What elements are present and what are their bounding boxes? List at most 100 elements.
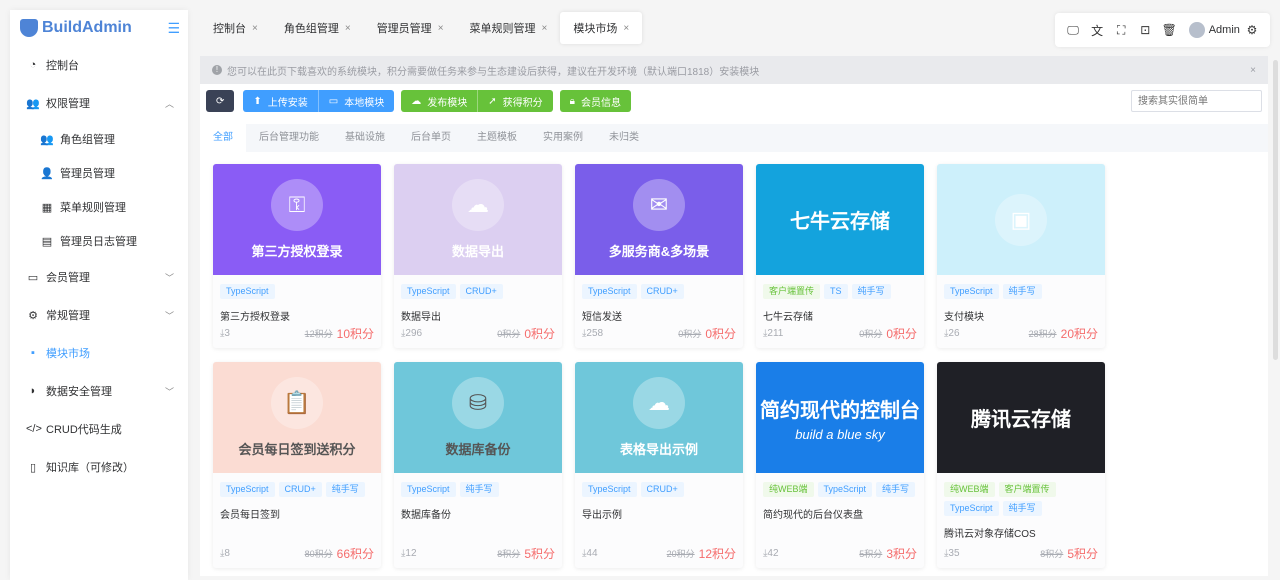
terminal-icon[interactable]: ⊡ — [1133, 23, 1157, 37]
module-card[interactable]: ▣ TypeScript 纯手写 支付模块 ⤓ 26 28积分 20积分 — [937, 164, 1105, 348]
publish-module-button[interactable]: ☁ 发布模块 — [401, 90, 478, 112]
menu-collapse-icon[interactable]: ☰ — [167, 20, 180, 37]
module-body: 客户端置传 TS 纯手写 七牛云存储 ⤓ 211 0积分 0积分 — [756, 275, 924, 348]
tab-0[interactable]: 控制台 × — [200, 12, 271, 44]
price: 20积分 — [1060, 327, 1098, 341]
search-input[interactable] — [1131, 90, 1262, 112]
sidebar-item[interactable]: ▪ 模块市场 — [10, 334, 188, 372]
close-tab-icon[interactable]: × — [623, 23, 629, 34]
sidebar-item[interactable]: 👤 管理员管理 — [10, 156, 188, 190]
module-name[interactable]: 数据导出 — [401, 308, 555, 323]
cloud-upload-icon: ☁ — [411, 95, 422, 107]
member-info-button[interactable]: 🔒︎ 会员信息 — [559, 90, 631, 112]
category-tab[interactable]: 基础设施 — [332, 124, 398, 152]
module-card[interactable]: ⛁ 数据库备份 TypeScript 纯手写 数据库备份 ⤓ 12 8积分 5积分 — [394, 362, 562, 568]
sidebar-item[interactable]: </> CRUD代码生成 — [10, 410, 188, 448]
module-card[interactable]: ⚿ 第三方授权登录 TypeScript 第三方授权登录 ⤓ 3 12积分 10积分 — [213, 164, 381, 348]
original-price: 0积分 — [497, 329, 521, 339]
module-footer: ⤓ 211 0积分 0积分 — [763, 325, 917, 342]
refresh-button[interactable]: ⟳ — [206, 90, 235, 112]
tab-1[interactable]: 角色组管理 × — [271, 12, 364, 44]
price: 5积分 — [524, 547, 555, 561]
sidebar-item[interactable]: ◗ 数据安全管理 ﹀ — [10, 372, 188, 410]
module-card[interactable]: 七牛云存储 客户端置传 TS 纯手写 七牛云存储 ⤓ 211 0积分 0积分 — [756, 164, 924, 348]
module-card[interactable]: ☁ 表格导出示例 TypeScript CRUD+ 导出示例 ⤓ 44 20积分 12积分 — [575, 362, 743, 568]
trash-icon[interactable]: 🗑 — [1157, 23, 1181, 37]
module-card[interactable]: ✉ 多服务商&多场景 TypeScript CRUD+ 短信发送 ⤓ 258 0积分 0积分 — [575, 164, 743, 348]
module-name[interactable]: 腾讯云对象存储COS — [944, 525, 1098, 540]
module-tag: TypeScript — [817, 482, 873, 497]
close-icon[interactable]: × — [1250, 65, 1256, 76]
avatar[interactable] — [1189, 22, 1205, 38]
download-count: 296 — [405, 328, 423, 339]
module-name[interactable]: 七牛云存储 — [763, 308, 917, 323]
module-card[interactable]: ☁ 数据导出 TypeScript CRUD+ 数据导出 ⤓ 296 0积分 0积分 — [394, 164, 562, 348]
module-name[interactable]: 导出示例 — [582, 506, 736, 521]
module-name[interactable]: 会员每日签到 — [220, 506, 374, 521]
category-tab[interactable]: 实用案例 — [530, 124, 596, 152]
sidebar-item[interactable]: ▦ 菜单规则管理 — [10, 190, 188, 224]
module-card[interactable]: 简约现代的控制台 build a blue sky 纯WEB端 TypeScript 纯… — [756, 362, 924, 568]
module-body: TypeScript CRUD+ 数据导出 ⤓ 296 0积分 0积分 — [394, 275, 562, 348]
module-name[interactable]: 简约现代的后台仪表盘 — [763, 506, 917, 521]
original-price: 20积分 — [666, 549, 695, 559]
sidebar-item[interactable]: ◔ 控制台 — [10, 46, 188, 84]
module-footer: ⤓ 258 0积分 0积分 — [582, 325, 736, 342]
monitor-icon[interactable]: 🖵 — [1061, 23, 1085, 38]
category-tab[interactable]: 后台单页 — [398, 124, 464, 152]
sidebar-item-label: 控制台 — [46, 60, 79, 72]
dashboard-icon: ◔ — [29, 59, 37, 71]
original-price: 80积分 — [304, 549, 333, 559]
sidebar-item[interactable]: 👥 权限管理 ︿ — [10, 84, 188, 122]
close-tab-icon[interactable]: × — [438, 23, 444, 34]
download-count: 8 — [224, 548, 230, 559]
close-tab-icon[interactable]: × — [252, 23, 258, 34]
settings-icon[interactable]: ⚙ — [1240, 23, 1264, 37]
module-card[interactable]: 腾讯云存储 纯WEB端 客户端置传 TypeScript 纯手写 腾讯云对象存储COS ⤓ … — [937, 362, 1105, 568]
user-name[interactable]: Admin — [1209, 24, 1240, 36]
category-tabs: 全部 后台管理功能 基础设施 后台单页 主题模板 实用案例 未归类 — [200, 124, 1268, 152]
tab-label: 模块市场 — [573, 23, 618, 35]
module-name[interactable]: 短信发送 — [582, 308, 736, 323]
sidebar-item[interactable]: ▭ 会员管理 ﹀ — [10, 258, 188, 296]
get-points-button[interactable]: ➚ 获得积分 — [477, 90, 553, 112]
sidebar-item[interactable]: ▯ 知识库（可修改） — [10, 448, 188, 486]
module-body: TypeScript CRUD+ 纯手写 会员每日签到 ⤓ 8 80积分 66积分 — [213, 473, 381, 568]
fullscreen-icon[interactable]: ⛶ — [1109, 23, 1133, 38]
scrollbar[interactable] — [1273, 60, 1278, 360]
category-tab[interactable]: 未归类 — [596, 124, 652, 152]
price: 0积分 — [886, 327, 917, 341]
notice-text: 您可以在此页下载喜欢的系统模块，积分需要做任务来参与生态建设后获得，建议在开发环… — [227, 66, 760, 78]
sidebar-item[interactable]: ▤ 管理员日志管理 — [10, 224, 188, 258]
original-price: 12积分 — [304, 329, 333, 339]
upload-install-button[interactable]: ⬆ 上传安装 — [243, 90, 318, 112]
local-modules-button[interactable]: ▭ 本地模块 — [317, 90, 395, 112]
close-tab-icon[interactable]: × — [542, 23, 548, 34]
download-count: 26 — [948, 328, 960, 339]
group-icon: 👥 — [40, 133, 54, 146]
sidebar-item[interactable]: ⚙ 常规管理 ﹀ — [10, 296, 188, 334]
app-name: BuildAdmin — [42, 19, 132, 36]
module-tag: 客户端置传 — [763, 284, 821, 299]
module-banner: ⚿ 第三方授权登录 — [213, 164, 381, 275]
tab-4[interactable]: 模块市场 × — [560, 12, 643, 44]
sidebar-item[interactable]: 👥 角色组管理 — [10, 122, 188, 156]
module-banner: ⛁ 数据库备份 — [394, 362, 562, 473]
category-tab[interactable]: 后台管理功能 — [246, 124, 332, 152]
tab-3[interactable]: 菜单规则管理 × — [457, 12, 561, 44]
category-tab[interactable]: 主题模板 — [464, 124, 530, 152]
module-name[interactable]: 支付模块 — [944, 308, 1098, 323]
download-count: 42 — [767, 548, 779, 559]
close-tab-icon[interactable]: × — [345, 23, 351, 34]
clipboard-icon: ▤ — [41, 235, 53, 248]
download-count: 3 — [224, 328, 230, 339]
translate-icon[interactable]: 文 — [1085, 22, 1109, 39]
module-banner: ☁ 表格导出示例 — [575, 362, 743, 473]
module-name[interactable]: 第三方授权登录 — [220, 308, 374, 323]
module-name[interactable]: 数据库备份 — [401, 506, 555, 521]
module-tag: 纯手写 — [1002, 501, 1042, 516]
tab-2[interactable]: 管理员管理 × — [364, 12, 457, 44]
module-card[interactable]: 📋 会员每日签到送积分 TypeScript CRUD+ 纯手写 会员每日签到 ⤓ 8 80积… — [213, 362, 381, 568]
module-tag: TypeScript — [944, 284, 999, 299]
category-tab[interactable]: 全部 — [200, 124, 246, 152]
